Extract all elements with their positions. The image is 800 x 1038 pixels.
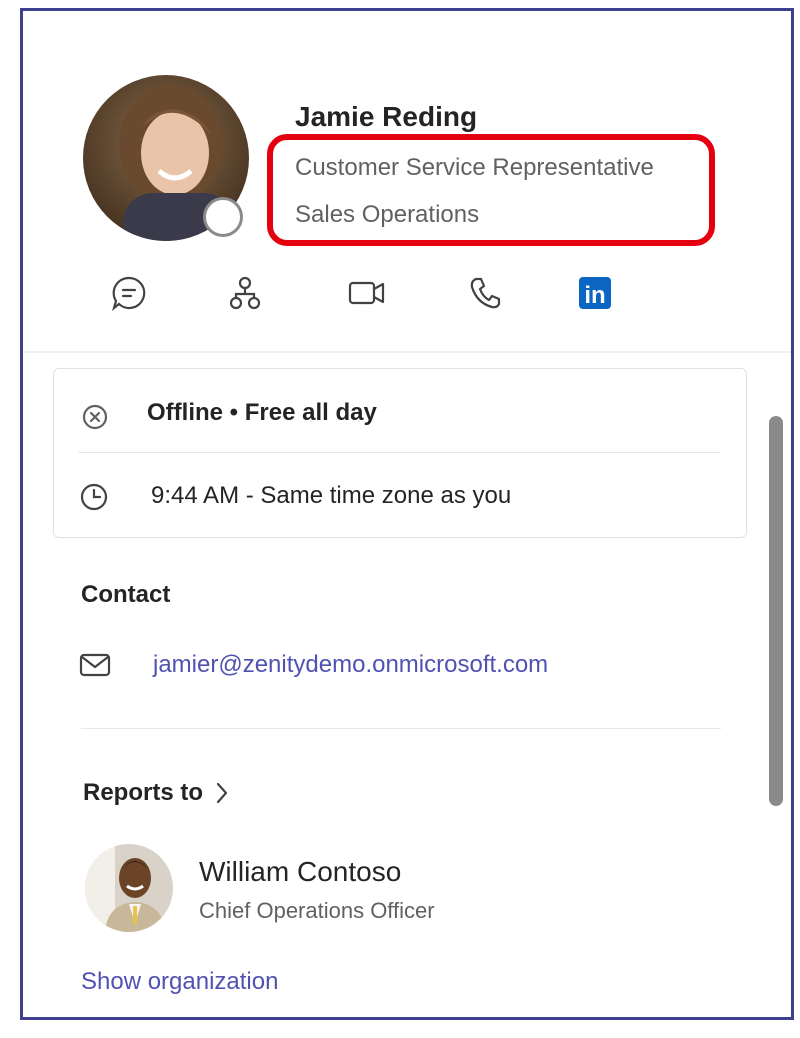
linkedin-icon: in [577, 275, 613, 316]
org-chart-icon [227, 275, 263, 316]
card-divider [78, 452, 720, 453]
show-organization-link[interactable]: Show organization [81, 968, 278, 996]
video-call-button[interactable] [345, 273, 389, 317]
local-time: 9:44 AM - Same time zone as you [151, 482, 512, 509]
offline-status-icon [81, 403, 109, 436]
phone-button[interactable] [463, 273, 507, 317]
email-link[interactable]: jamier@zenitydemo.onmicrosoft.com [153, 651, 548, 679]
highlight-box [267, 134, 715, 246]
availability-status: Offline • Free all day [147, 399, 377, 426]
reports-to-heading: Reports to [83, 779, 203, 806]
chat-icon [111, 275, 147, 316]
chat-button[interactable] [107, 273, 151, 317]
profile-name: Jamie Reding [295, 101, 478, 132]
header-divider [23, 351, 791, 353]
section-divider [81, 728, 721, 729]
presence-indicator [203, 197, 243, 237]
manager-name[interactable]: William Contoso [199, 856, 401, 888]
status-card [53, 368, 747, 538]
mail-icon [79, 653, 111, 682]
manager-avatar[interactable] [85, 844, 173, 932]
chevron-right-icon [215, 782, 229, 804]
contact-heading: Contact [81, 581, 171, 608]
reports-to-link[interactable]: Reports to [83, 779, 229, 807]
scrollbar-thumb[interactable] [769, 416, 783, 806]
org-chart-button[interactable] [223, 273, 267, 317]
video-call-icon [347, 275, 387, 316]
manager-title: Chief Operations Officer [199, 898, 435, 923]
clock-icon [79, 482, 109, 517]
linkedin-button[interactable]: in [573, 273, 617, 317]
profile-card: Jamie Reding Customer Service Representa… [20, 8, 794, 1020]
phone-icon [467, 275, 503, 316]
svg-text:in: in [584, 282, 605, 309]
